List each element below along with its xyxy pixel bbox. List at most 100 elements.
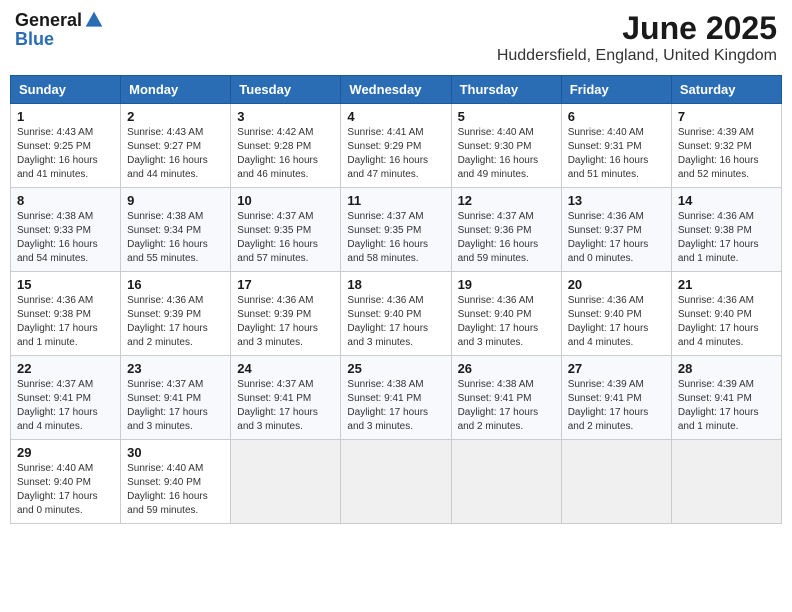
day-info: Sunrise: 4:37 AMSunset: 9:36 PMDaylight:… bbox=[458, 210, 555, 266]
calendar-cell: 25 Sunrise: 4:38 AMSunset: 9:41 PMDayligh… bbox=[341, 356, 451, 440]
day-number: 28 bbox=[678, 361, 775, 376]
calendar-cell: 10 Sunrise: 4:37 AMSunset: 9:35 PMDayligh… bbox=[231, 188, 341, 272]
day-info: Sunrise: 4:39 AMSunset: 9:41 PMDaylight:… bbox=[568, 378, 665, 434]
day-info: Sunrise: 4:37 AMSunset: 9:35 PMDaylight:… bbox=[347, 210, 444, 266]
calendar-weekday-tuesday: Tuesday bbox=[231, 76, 341, 104]
calendar-weekday-saturday: Saturday bbox=[671, 76, 781, 104]
calendar-week-row: 15Sunrise: 4:36 AMSunset: 9:38 PMDayligh… bbox=[11, 272, 782, 356]
calendar-cell: 12 Sunrise: 4:37 AMSunset: 9:36 PMDayligh… bbox=[451, 188, 561, 272]
calendar-cell bbox=[671, 440, 781, 524]
day-info: Sunrise: 4:40 AMSunset: 9:40 PMDaylight:… bbox=[17, 462, 114, 518]
day-info: Sunrise: 4:40 AMSunset: 9:31 PMDaylight:… bbox=[568, 126, 665, 182]
day-info: Sunrise: 4:37 AMSunset: 9:41 PMDaylight:… bbox=[17, 378, 114, 434]
day-number: 6 bbox=[568, 109, 665, 124]
calendar: SundayMondayTuesdayWednesdayThursdayFrid… bbox=[10, 75, 782, 524]
day-number: 24 bbox=[237, 361, 334, 376]
day-info: Sunrise: 4:36 AMSunset: 9:38 PMDaylight:… bbox=[678, 210, 775, 266]
day-number: 5 bbox=[458, 109, 555, 124]
day-info: Sunrise: 4:41 AMSunset: 9:29 PMDaylight:… bbox=[347, 126, 444, 182]
calendar-weekday-wednesday: Wednesday bbox=[341, 76, 451, 104]
day-number: 27 bbox=[568, 361, 665, 376]
calendar-cell: 22 Sunrise: 4:37 AMSunset: 9:41 PMDayligh… bbox=[11, 356, 121, 440]
logo-general-text: General bbox=[15, 11, 82, 29]
calendar-cell: 1 Sunrise: 4:43 AMSunset: 9:25 PMDaylight… bbox=[11, 104, 121, 188]
logo-blue-text: Blue bbox=[15, 29, 54, 49]
day-number: 20 bbox=[568, 277, 665, 292]
day-info: Sunrise: 4:37 AMSunset: 9:41 PMDaylight:… bbox=[127, 378, 224, 434]
calendar-cell: 20 Sunrise: 4:36 AMSunset: 9:40 PMDayligh… bbox=[561, 272, 671, 356]
calendar-cell: 21Sunrise: 4:36 AMSunset: 9:40 PMDayligh… bbox=[671, 272, 781, 356]
calendar-cell: 2Sunrise: 4:43 AMSunset: 9:27 PMDaylight… bbox=[121, 104, 231, 188]
day-number: 23 bbox=[127, 361, 224, 376]
calendar-cell: 13 Sunrise: 4:36 AMSunset: 9:37 PMDayligh… bbox=[561, 188, 671, 272]
day-number: 22 bbox=[17, 361, 114, 376]
calendar-cell: 18Sunrise: 4:36 AMSunset: 9:40 PMDayligh… bbox=[341, 272, 451, 356]
day-info: Sunrise: 4:39 AMSunset: 9:41 PMDaylight:… bbox=[678, 378, 775, 434]
calendar-weekday-friday: Friday bbox=[561, 76, 671, 104]
logo: General Blue bbox=[15, 10, 104, 50]
title-area: June 2025 Huddersfield, England, United … bbox=[497, 10, 777, 65]
calendar-header-row: SundayMondayTuesdayWednesdayThursdayFrid… bbox=[11, 76, 782, 104]
day-info: Sunrise: 4:36 AMSunset: 9:39 PMDaylight:… bbox=[237, 294, 334, 350]
calendar-cell: 19 Sunrise: 4:36 AMSunset: 9:40 PMDayligh… bbox=[451, 272, 561, 356]
day-info: Sunrise: 4:36 AMSunset: 9:40 PMDaylight:… bbox=[568, 294, 665, 350]
day-info: Sunrise: 4:43 AMSunset: 9:25 PMDaylight:… bbox=[17, 126, 114, 182]
calendar-weekday-thursday: Thursday bbox=[451, 76, 561, 104]
calendar-cell: 24 Sunrise: 4:37 AMSunset: 9:41 PMDayligh… bbox=[231, 356, 341, 440]
day-info: Sunrise: 4:36 AMSunset: 9:40 PMDaylight:… bbox=[458, 294, 555, 350]
calendar-weekday-monday: Monday bbox=[121, 76, 231, 104]
calendar-cell: 11 Sunrise: 4:37 AMSunset: 9:35 PMDayligh… bbox=[341, 188, 451, 272]
day-number: 15 bbox=[17, 277, 114, 292]
calendar-cell: 3Sunrise: 4:42 AMSunset: 9:28 PMDaylight… bbox=[231, 104, 341, 188]
header: General Blue June 2025 Huddersfield, Eng… bbox=[10, 10, 782, 65]
day-number: 9 bbox=[127, 193, 224, 208]
day-number: 10 bbox=[237, 193, 334, 208]
day-info: Sunrise: 4:36 AMSunset: 9:37 PMDaylight:… bbox=[568, 210, 665, 266]
calendar-cell: 5 Sunrise: 4:40 AMSunset: 9:30 PMDaylight… bbox=[451, 104, 561, 188]
day-number: 30 bbox=[127, 445, 224, 460]
day-number: 29 bbox=[17, 445, 114, 460]
day-info: Sunrise: 4:38 AMSunset: 9:41 PMDaylight:… bbox=[458, 378, 555, 434]
calendar-cell: 28 Sunrise: 4:39 AMSunset: 9:41 PMDayligh… bbox=[671, 356, 781, 440]
day-info: Sunrise: 4:36 AMSunset: 9:39 PMDaylight:… bbox=[127, 294, 224, 350]
day-info: Sunrise: 4:37 AMSunset: 9:41 PMDaylight:… bbox=[237, 378, 334, 434]
day-number: 26 bbox=[458, 361, 555, 376]
calendar-cell bbox=[231, 440, 341, 524]
day-info: Sunrise: 4:42 AMSunset: 9:28 PMDaylight:… bbox=[237, 126, 334, 182]
day-info: Sunrise: 4:43 AMSunset: 9:27 PMDaylight:… bbox=[127, 126, 224, 182]
location-title: Huddersfield, England, United Kingdom bbox=[497, 47, 777, 65]
day-number: 21 bbox=[678, 277, 775, 292]
calendar-cell: 16 Sunrise: 4:36 AMSunset: 9:39 PMDayligh… bbox=[121, 272, 231, 356]
month-title: June 2025 bbox=[497, 10, 777, 47]
day-number: 11 bbox=[347, 193, 444, 208]
calendar-cell: 6 Sunrise: 4:40 AMSunset: 9:31 PMDaylight… bbox=[561, 104, 671, 188]
day-number: 1 bbox=[17, 109, 114, 124]
day-number: 17 bbox=[237, 277, 334, 292]
calendar-week-row: 1 Sunrise: 4:43 AMSunset: 9:25 PMDaylight… bbox=[11, 104, 782, 188]
calendar-cell bbox=[341, 440, 451, 524]
day-info: Sunrise: 4:38 AMSunset: 9:41 PMDaylight:… bbox=[347, 378, 444, 434]
calendar-cell: 17 Sunrise: 4:36 AMSunset: 9:39 PMDayligh… bbox=[231, 272, 341, 356]
day-number: 16 bbox=[127, 277, 224, 292]
calendar-week-row: 29 Sunrise: 4:40 AMSunset: 9:40 PMDayligh… bbox=[11, 440, 782, 524]
day-info: Sunrise: 4:37 AMSunset: 9:35 PMDaylight:… bbox=[237, 210, 334, 266]
calendar-cell: 8 Sunrise: 4:38 AMSunset: 9:33 PMDaylight… bbox=[11, 188, 121, 272]
day-number: 18 bbox=[347, 277, 444, 292]
day-number: 13 bbox=[568, 193, 665, 208]
calendar-cell: 9Sunrise: 4:38 AMSunset: 9:34 PMDaylight… bbox=[121, 188, 231, 272]
calendar-cell: 30Sunrise: 4:40 AMSunset: 9:40 PMDayligh… bbox=[121, 440, 231, 524]
day-number: 14 bbox=[678, 193, 775, 208]
day-number: 12 bbox=[458, 193, 555, 208]
calendar-cell: 14 Sunrise: 4:36 AMSunset: 9:38 PMDayligh… bbox=[671, 188, 781, 272]
day-number: 8 bbox=[17, 193, 114, 208]
day-number: 19 bbox=[458, 277, 555, 292]
day-number: 25 bbox=[347, 361, 444, 376]
calendar-cell: 26 Sunrise: 4:38 AMSunset: 9:41 PMDayligh… bbox=[451, 356, 561, 440]
calendar-cell bbox=[561, 440, 671, 524]
calendar-cell: 23 Sunrise: 4:37 AMSunset: 9:41 PMDayligh… bbox=[121, 356, 231, 440]
day-number: 7 bbox=[678, 109, 775, 124]
calendar-cell: 7Sunrise: 4:39 AMSunset: 9:32 PMDaylight… bbox=[671, 104, 781, 188]
day-info: Sunrise: 4:38 AMSunset: 9:33 PMDaylight:… bbox=[17, 210, 114, 266]
calendar-week-row: 22 Sunrise: 4:37 AMSunset: 9:41 PMDayligh… bbox=[11, 356, 782, 440]
day-info: Sunrise: 4:40 AMSunset: 9:30 PMDaylight:… bbox=[458, 126, 555, 182]
